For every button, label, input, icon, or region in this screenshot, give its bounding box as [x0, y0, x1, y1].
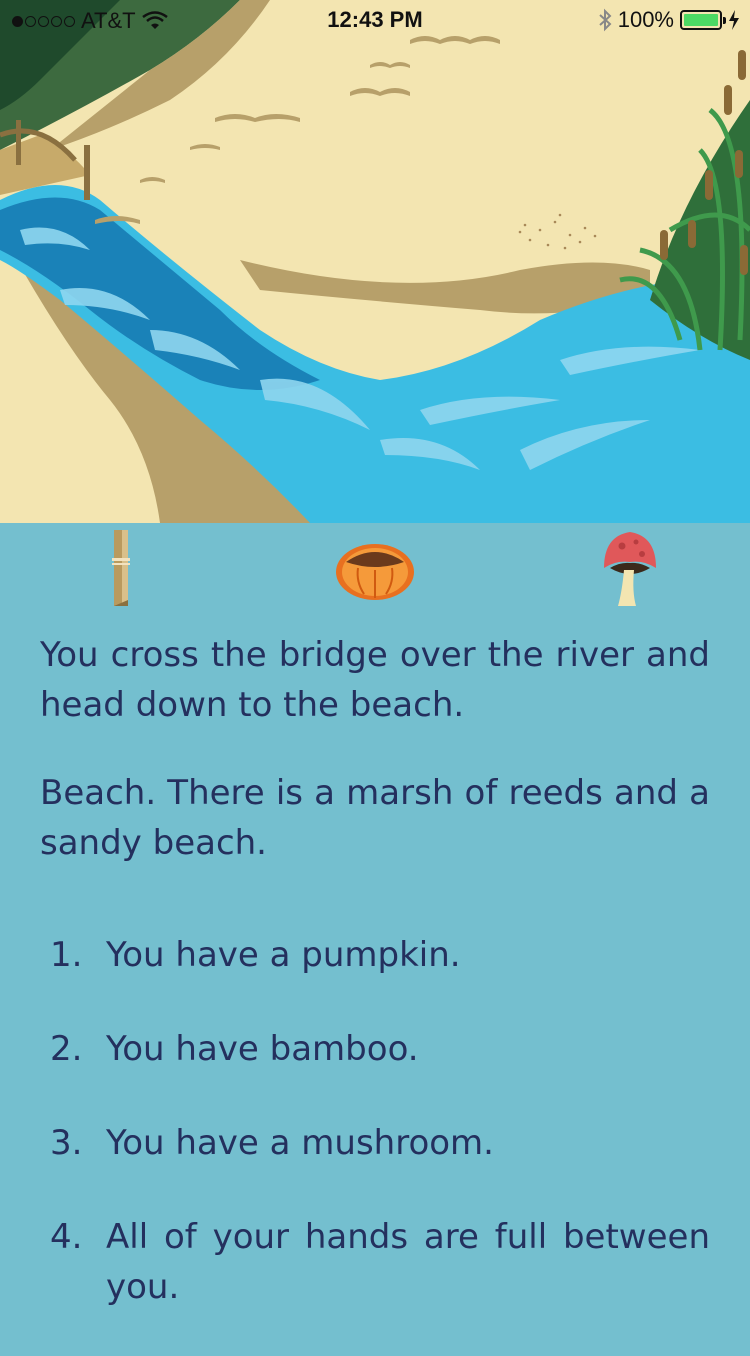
- list-item-4[interactable]: 4. All of your hands are full between yo…: [40, 1212, 710, 1312]
- list-number: 4.: [50, 1217, 83, 1257]
- story-paragraph-2: Beach. There is a marsh of reeds and a s…: [40, 773, 710, 863]
- story-paragraph-1: You cross the bridge over the river and …: [40, 635, 710, 725]
- list-item-2[interactable]: 2. You have bamboo.: [40, 1024, 710, 1074]
- beach-scene-illustration: [0, 0, 750, 523]
- options-list: 1. You have a pumpkin. 2. You have bambo…: [40, 930, 710, 1312]
- story-text: You cross the bridge over the river and …: [40, 630, 710, 1356]
- mushroom-icon[interactable]: [600, 530, 660, 610]
- list-item-1[interactable]: 1. You have a pumpkin.: [40, 930, 710, 980]
- list-number: 3.: [50, 1123, 83, 1163]
- list-item-text: All of your hands are full between you.: [106, 1217, 710, 1307]
- list-number: 2.: [50, 1029, 83, 1069]
- list-item-text: You have a mushroom.: [106, 1123, 494, 1163]
- list-item-3[interactable]: 3. You have a mushroom.: [40, 1118, 710, 1168]
- status-bar: AT&T 12:43 PM 100%: [0, 0, 750, 40]
- inventory-bar: [0, 530, 750, 612]
- list-item-text: You have a pumpkin.: [106, 935, 461, 975]
- bamboo-icon[interactable]: [108, 530, 138, 610]
- list-number: 1.: [50, 935, 83, 975]
- battery-icon: [680, 10, 726, 30]
- bluetooth-icon: [599, 8, 612, 32]
- list-item-text: You have bamboo.: [106, 1029, 419, 1069]
- status-right: 100%: [598, 7, 740, 33]
- battery-percent: 100%: [617, 7, 674, 32]
- pumpkin-icon[interactable]: [334, 538, 416, 602]
- charging-bolt-icon: [729, 10, 739, 30]
